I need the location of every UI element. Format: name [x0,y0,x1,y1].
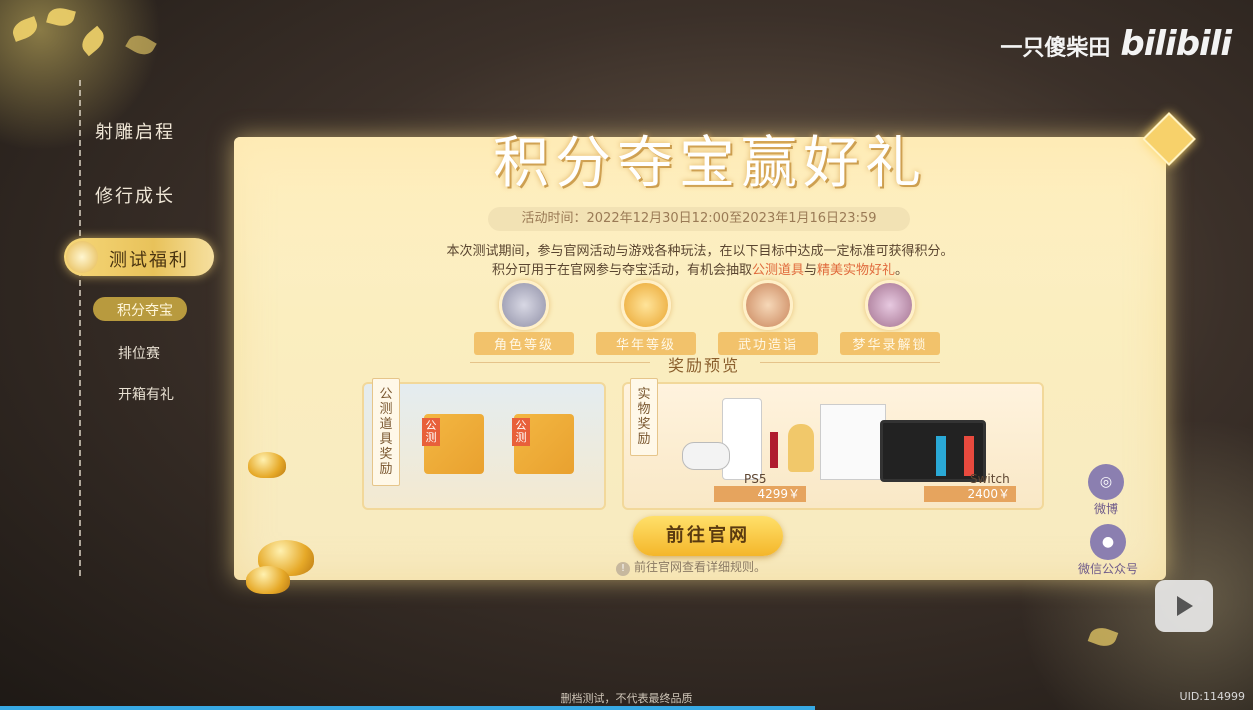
prize-name: PS5 [744,472,767,486]
wechat-label: 微信公众号 [1077,562,1138,576]
wechat-link[interactable]: ● 微信公众号 [1070,524,1146,577]
desc-text: 与 [803,263,817,278]
physical-prizes-tag: 实物奖励 [630,378,658,456]
joycon-left [936,436,946,476]
ps5-console [722,398,762,480]
subitem-unboxing[interactable]: 开箱有礼 [118,384,174,404]
bilibili-tv-icon[interactable] [1155,580,1213,632]
goal-label: 梦华录解锁 [840,332,940,355]
goal-character-level: 角色等级 [474,280,574,355]
info-icon: ! [616,562,630,576]
promo-items-tag: 公测道具奖励 [372,378,400,486]
pagoda-icon [865,280,915,330]
ingot-icon [621,280,671,330]
video-progress-bar[interactable] [0,706,815,710]
active-indicator-icon [66,241,98,273]
subitem-label: 积分夺宝 [117,303,173,319]
event-desc-line2: 积分可用于在官网参与夺宝活动，有机会抽取公测道具与精美实物好礼。 [360,259,1040,278]
divider [760,362,940,363]
physical-prizes-box: 实物奖励 PS5 4299￥ Switch 2400￥ [622,378,1044,510]
desc-highlight: 精美实物好礼 [817,263,896,278]
promo-items-box: 公测道具奖励 公测 公测 [362,378,606,510]
rules-link[interactable]: ! 前往官网查看详细规则。 [616,558,766,576]
channel-name: 一只傻柴田 [1000,36,1111,61]
desc-text: 。 [895,263,909,278]
book-set [820,404,886,480]
sidebar-track [79,80,81,580]
prize-name: Switch [970,472,1010,486]
go-official-site-button[interactable]: 前往官网 [633,516,783,556]
prize-price: 2400￥ [924,486,1016,502]
divider [470,362,650,363]
event-title: 积分夺宝赢好礼 [493,131,927,196]
reward-preview-heading: 奖励预览 [668,356,741,375]
sidebar-item-label: 测试福利 [109,250,189,271]
item-badge: 公测 [422,418,440,446]
desc-highlight: 公测道具 [751,263,804,278]
wechat-icon: ● [1090,524,1126,560]
uid-label: UID:114999 [1179,690,1245,703]
goal-martial-arts: 武功造诣 [718,280,818,355]
lipstick [770,432,778,468]
event-desc-line1: 本次测试期间，参与官网活动与游戏各种玩法，在以下目标中达成一定标准可获得积分。 [446,244,954,259]
sidebar-item-journey[interactable]: 射雕启程 [95,118,175,144]
goal-label: 角色等级 [474,332,574,355]
gold-ingot-decor [248,452,286,478]
weibo-icon: ◎ [1088,464,1124,500]
channel-watermark: 一只傻柴田 bilibili [1000,24,1232,64]
prize-price: 4299￥ [714,486,806,502]
character-icon [499,280,549,330]
goal-dream-unlock: 梦华录解锁 [840,280,940,355]
subitem-points-treasure[interactable]: 积分夺宝 [93,297,187,321]
rules-text: 前往官网查看详细规则。 [634,560,767,574]
weibo-label: 微博 [1093,502,1118,516]
ps5-controller [682,442,730,470]
sidebar-item-growth[interactable]: 修行成长 [95,182,175,208]
bilibili-logo: bilibili [1120,24,1232,64]
weibo-link[interactable]: ◎ 微博 [1088,464,1124,517]
desc-text: 积分可用于在官网参与夺宝活动，有机会抽取 [491,263,752,278]
gold-ingot-decor [246,566,290,594]
subitem-ranked[interactable]: 排位赛 [118,343,160,363]
event-time: 活动时间：2022年12月30日12:00至2023年1月16日23:59 [488,207,910,231]
reward-item[interactable]: 公测 [512,414,574,474]
sidebar-item-test-benefits[interactable]: 测试福利 [64,238,214,276]
item-badge: 公测 [512,418,530,446]
reward-item[interactable]: 公测 [422,414,484,474]
joycon-right [964,436,974,476]
archer-icon [743,280,793,330]
goal-era-level: 华年等级 [596,280,696,355]
perfume [788,424,814,472]
test-notice: 删档测试，不代表最终品质 [560,692,693,705]
